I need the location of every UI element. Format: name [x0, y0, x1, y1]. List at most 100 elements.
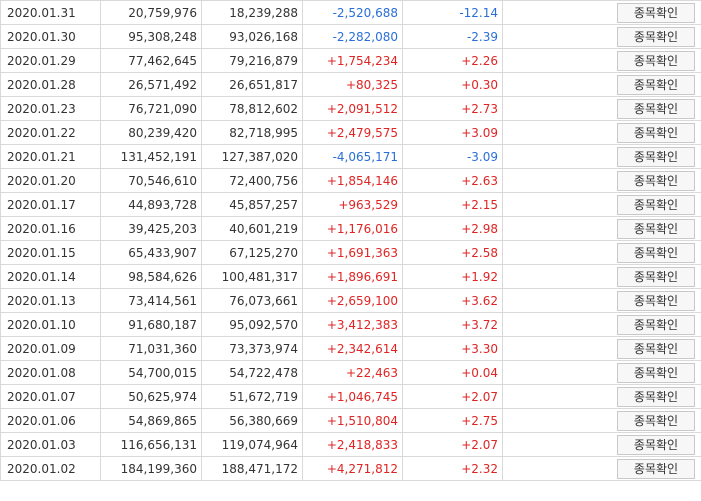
check-stock-button[interactable]: 종목확인 [617, 266, 695, 287]
action-cell: 종목확인 [502, 456, 701, 481]
date-cell: 2020.01.29 [0, 48, 101, 73]
check-stock-button[interactable]: 종목확인 [617, 26, 695, 47]
check-stock-button[interactable]: 종목확인 [617, 146, 695, 167]
date-cell: 2020.01.10 [0, 312, 101, 337]
action-cell: 종목확인 [502, 168, 701, 193]
change-percent-cell: +2.73 [402, 96, 503, 121]
action-cell: 종목확인 [502, 384, 701, 409]
previous-value-cell: 77,462,645 [100, 48, 202, 73]
date-cell: 2020.01.28 [0, 72, 101, 97]
change-cell: -4,065,171 [302, 144, 403, 169]
check-stock-button[interactable]: 종목확인 [617, 290, 695, 311]
action-cell: 종목확인 [502, 240, 701, 265]
change-cell: +1,046,745 [302, 384, 403, 409]
current-value-cell: 79,216,879 [201, 48, 303, 73]
change-cell: +1,854,146 [302, 168, 403, 193]
table-row: 2020.01.02 184,199,360 188,471,172 +4,271,8… [0, 456, 701, 481]
table-row: 2020.01.17 44,893,728 45,857,257 +963,529 +2… [0, 192, 701, 217]
date-cell: 2020.01.06 [0, 408, 101, 433]
action-cell: 종목확인 [502, 216, 701, 241]
current-value-cell: 76,073,661 [201, 288, 303, 313]
action-cell: 종목확인 [502, 288, 701, 313]
action-cell: 종목확인 [502, 144, 701, 169]
change-percent-cell: +2.58 [402, 240, 503, 265]
table-row: 2020.01.30 95,308,248 93,026,168 -2,282,080… [0, 24, 701, 49]
change-cell: +963,529 [302, 192, 403, 217]
current-value-cell: 82,718,995 [201, 120, 303, 145]
date-cell: 2020.01.21 [0, 144, 101, 169]
check-stock-button[interactable]: 종목확인 [617, 194, 695, 215]
check-stock-button[interactable]: 종목확인 [617, 122, 695, 143]
current-value-cell: 18,239,288 [201, 0, 303, 25]
current-value-cell: 188,471,172 [201, 456, 303, 481]
change-cell: +2,342,614 [302, 336, 403, 361]
check-stock-button[interactable]: 종목확인 [617, 218, 695, 239]
change-percent-cell: +0.04 [402, 360, 503, 385]
table-row: 2020.01.09 71,031,360 73,373,974 +2,342,614… [0, 336, 701, 361]
current-value-cell: 127,387,020 [201, 144, 303, 169]
current-value-cell: 72,400,756 [201, 168, 303, 193]
change-cell: -2,520,688 [302, 0, 403, 25]
current-value-cell: 73,373,974 [201, 336, 303, 361]
table-row: 2020.01.16 39,425,203 40,601,219 +1,176,016… [0, 216, 701, 241]
action-cell: 종목확인 [502, 336, 701, 361]
table-row: 2020.01.14 98,584,626 100,481,317 +1,896,69… [0, 264, 701, 289]
previous-value-cell: 76,721,090 [100, 96, 202, 121]
change-cell: +1,691,363 [302, 240, 403, 265]
check-stock-button[interactable]: 종목확인 [617, 362, 695, 383]
change-percent-cell: -2.39 [402, 24, 503, 49]
action-cell: 종목확인 [502, 48, 701, 73]
table-row: 2020.01.07 50,625,974 51,672,719 +1,046,745… [0, 384, 701, 409]
check-stock-button[interactable]: 종목확인 [617, 338, 695, 359]
change-percent-cell: +2.15 [402, 192, 503, 217]
check-stock-button[interactable]: 종목확인 [617, 314, 695, 335]
check-stock-button[interactable]: 종목확인 [617, 50, 695, 71]
date-cell: 2020.01.16 [0, 216, 101, 241]
check-stock-button[interactable]: 종목확인 [617, 2, 695, 23]
change-percent-cell: -3.09 [402, 144, 503, 169]
check-stock-button[interactable]: 종목확인 [617, 434, 695, 455]
change-percent-cell: +2.75 [402, 408, 503, 433]
change-cell: +4,271,812 [302, 456, 403, 481]
previous-value-cell: 91,680,187 [100, 312, 202, 337]
change-cell: +2,479,575 [302, 120, 403, 145]
table-row: 2020.01.20 70,546,610 72,400,756 +1,854,146… [0, 168, 701, 193]
current-value-cell: 45,857,257 [201, 192, 303, 217]
action-cell: 종목확인 [502, 24, 701, 49]
change-cell: +2,091,512 [302, 96, 403, 121]
change-percent-cell: +2.98 [402, 216, 503, 241]
date-cell: 2020.01.15 [0, 240, 101, 265]
change-percent-cell: +3.09 [402, 120, 503, 145]
date-cell: 2020.01.14 [0, 264, 101, 289]
date-cell: 2020.01.30 [0, 24, 101, 49]
check-stock-button[interactable]: 종목확인 [617, 242, 695, 263]
current-value-cell: 51,672,719 [201, 384, 303, 409]
change-percent-cell: +2.26 [402, 48, 503, 73]
current-value-cell: 56,380,669 [201, 408, 303, 433]
date-cell: 2020.01.09 [0, 336, 101, 361]
current-value-cell: 93,026,168 [201, 24, 303, 49]
previous-value-cell: 50,625,974 [100, 384, 202, 409]
change-percent-cell: +3.30 [402, 336, 503, 361]
table-row: 2020.01.08 54,700,015 54,722,478 +22,463 +0.… [0, 360, 701, 385]
change-percent-cell: -12.14 [402, 0, 503, 25]
previous-value-cell: 20,759,976 [100, 0, 202, 25]
table-body: 2020.01.31 20,759,976 18,239,288 -2,520,688… [0, 0, 701, 481]
check-stock-button[interactable]: 종목확인 [617, 386, 695, 407]
change-percent-cell: +3.72 [402, 312, 503, 337]
table-row: 2020.01.31 20,759,976 18,239,288 -2,520,688… [0, 0, 701, 25]
change-percent-cell: +2.63 [402, 168, 503, 193]
current-value-cell: 95,092,570 [201, 312, 303, 337]
change-cell: +1,754,234 [302, 48, 403, 73]
date-cell: 2020.01.22 [0, 120, 101, 145]
check-stock-button[interactable]: 종목확인 [617, 170, 695, 191]
check-stock-button[interactable]: 종목확인 [617, 458, 695, 479]
date-cell: 2020.01.20 [0, 168, 101, 193]
check-stock-button[interactable]: 종목확인 [617, 410, 695, 431]
check-stock-button[interactable]: 종목확인 [617, 74, 695, 95]
check-stock-button[interactable]: 종목확인 [617, 98, 695, 119]
action-cell: 종목확인 [502, 264, 701, 289]
action-cell: 종목확인 [502, 0, 701, 25]
previous-value-cell: 184,199,360 [100, 456, 202, 481]
current-value-cell: 26,651,817 [201, 72, 303, 97]
